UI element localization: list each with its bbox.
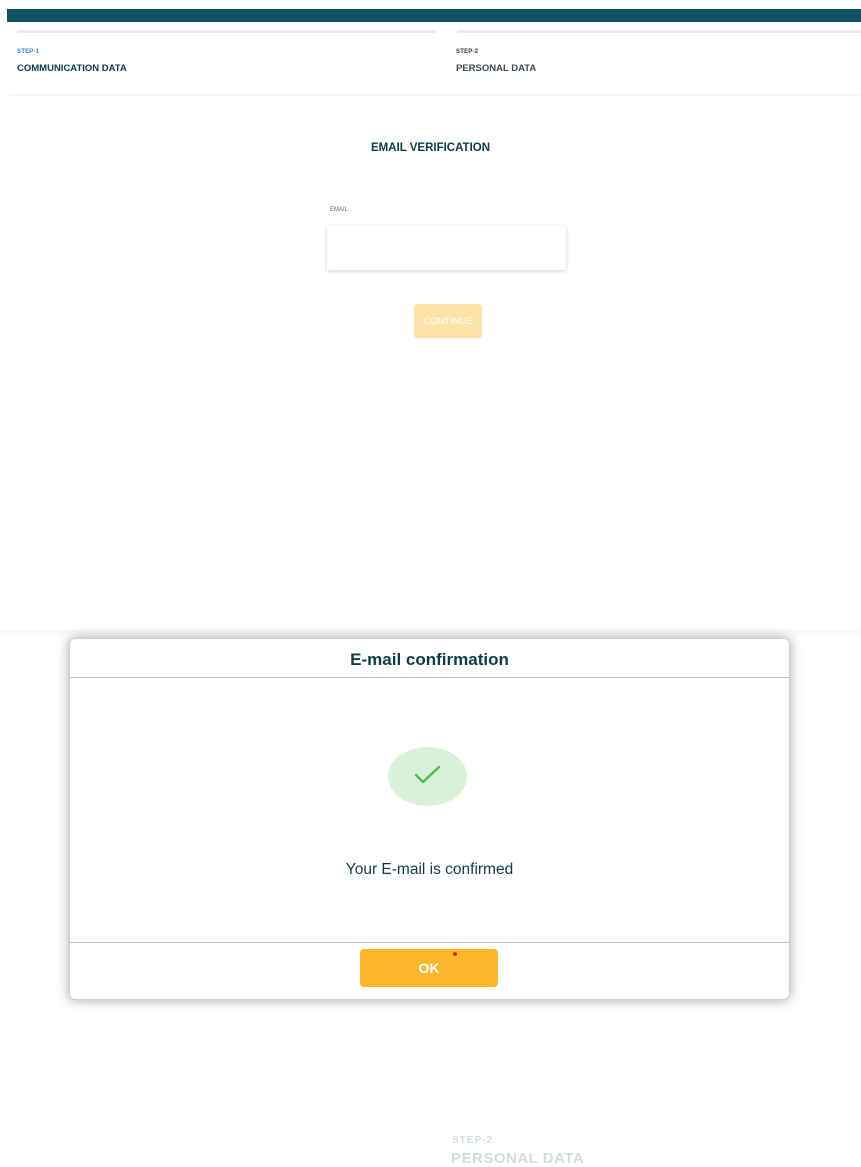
page-title: EMAIL VERIFICATION <box>370 142 491 154</box>
step-1-progress-line <box>17 30 436 33</box>
success-badge <box>388 747 467 806</box>
step-1-number: STEP-1 <box>17 49 40 55</box>
background-step-banner: STEP-2 PERSONAL DATA <box>0 560 861 1167</box>
dialog-footer: OK <box>70 942 789 999</box>
background-step-title: PERSONAL DATA <box>451 1150 585 1167</box>
dialog-title: E-mail confirmation <box>350 650 509 669</box>
dialog-header: E-mail confirmation <box>70 639 789 678</box>
ok-button[interactable]: OK <box>360 949 498 987</box>
step-2-number: STEP-2 <box>456 49 479 55</box>
step-2-title[interactable]: PERSONAL DATA <box>456 63 536 74</box>
cursor-indicator <box>453 952 457 956</box>
email-input[interactable] <box>327 226 566 270</box>
email-label: EMAIL <box>330 207 349 213</box>
step-1-title[interactable]: COMMUNICATION DATA <box>17 63 127 74</box>
stepper: STEP-1 COMMUNICATION DATA STEP-2 PERSONA… <box>7 22 861 94</box>
step-2-progress-line <box>457 30 861 33</box>
email-confirmation-dialog: E-mail confirmation Your E-mail is confi… <box>69 638 790 1000</box>
continue-button[interactable]: CONTINUE <box>414 304 482 338</box>
background-step-number: STEP-2 <box>452 1135 494 1146</box>
check-icon <box>414 765 441 784</box>
confirmation-message: Your E-mail is confirmed <box>345 861 514 878</box>
top-bar <box>7 9 861 22</box>
